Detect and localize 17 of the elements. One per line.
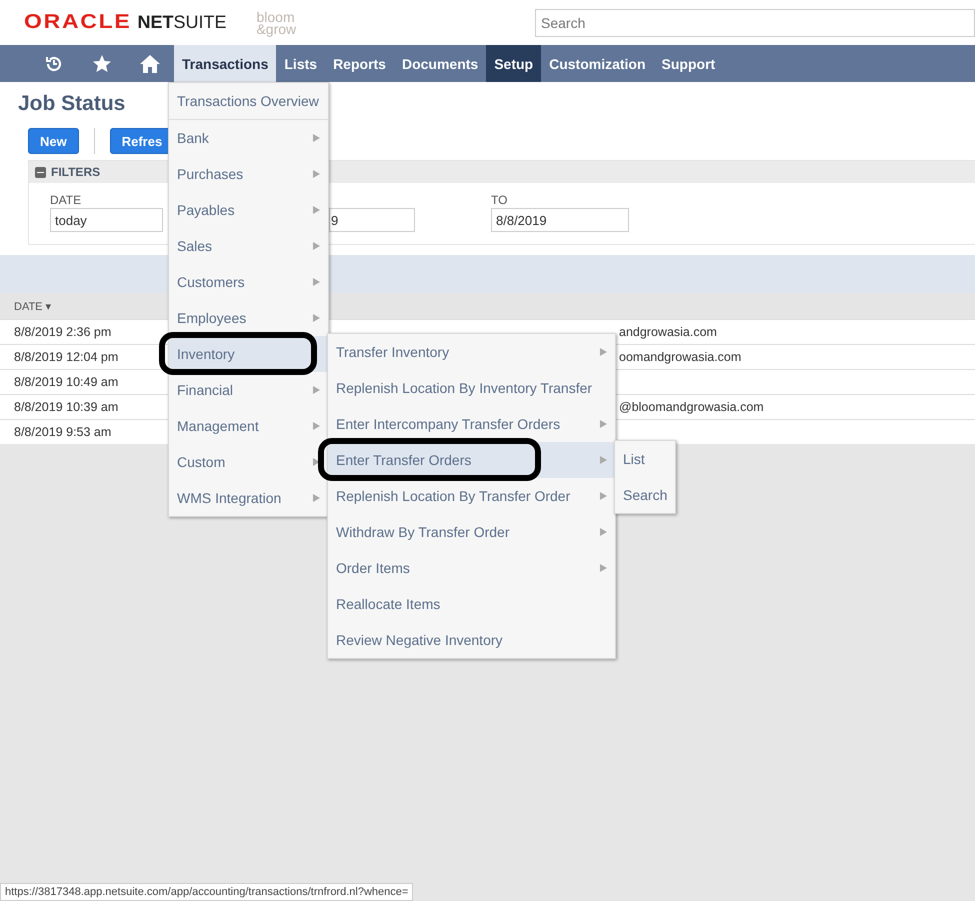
table-cell: andgrowasia.com	[619, 325, 717, 339]
filters-title: FILTERS	[51, 165, 100, 179]
partner-logo-text: &grow	[256, 22, 296, 34]
status-url: https://3817348.app.netsuite.com/app/accounting/transactions/trnfrord.nl?whence=	[0, 883, 414, 901]
table-cell: 8/8/2019 12:04 pm	[14, 350, 118, 364]
table-cell: 8/8/2019 2:36 pm	[14, 325, 112, 339]
netsuite-logo: NETSUITE	[137, 12, 226, 33]
table-cell: @bloomandgrowasia.com	[619, 400, 764, 414]
oracle-logo: ORACLE	[24, 11, 132, 34]
table-cell: 8/8/2019 9:53 am	[14, 425, 112, 439]
table-cell: 8/8/2019 10:49 am	[14, 375, 118, 389]
table-cell: oomandgrowasia.com	[619, 350, 742, 364]
table-cell: 8/8/2019 10:39 am	[14, 400, 118, 414]
partner-logo-text: bloom	[256, 10, 295, 22]
field-label: TO	[491, 193, 508, 208]
field-label: DATE	[50, 193, 82, 208]
page-title: Job Status	[18, 92, 126, 116]
